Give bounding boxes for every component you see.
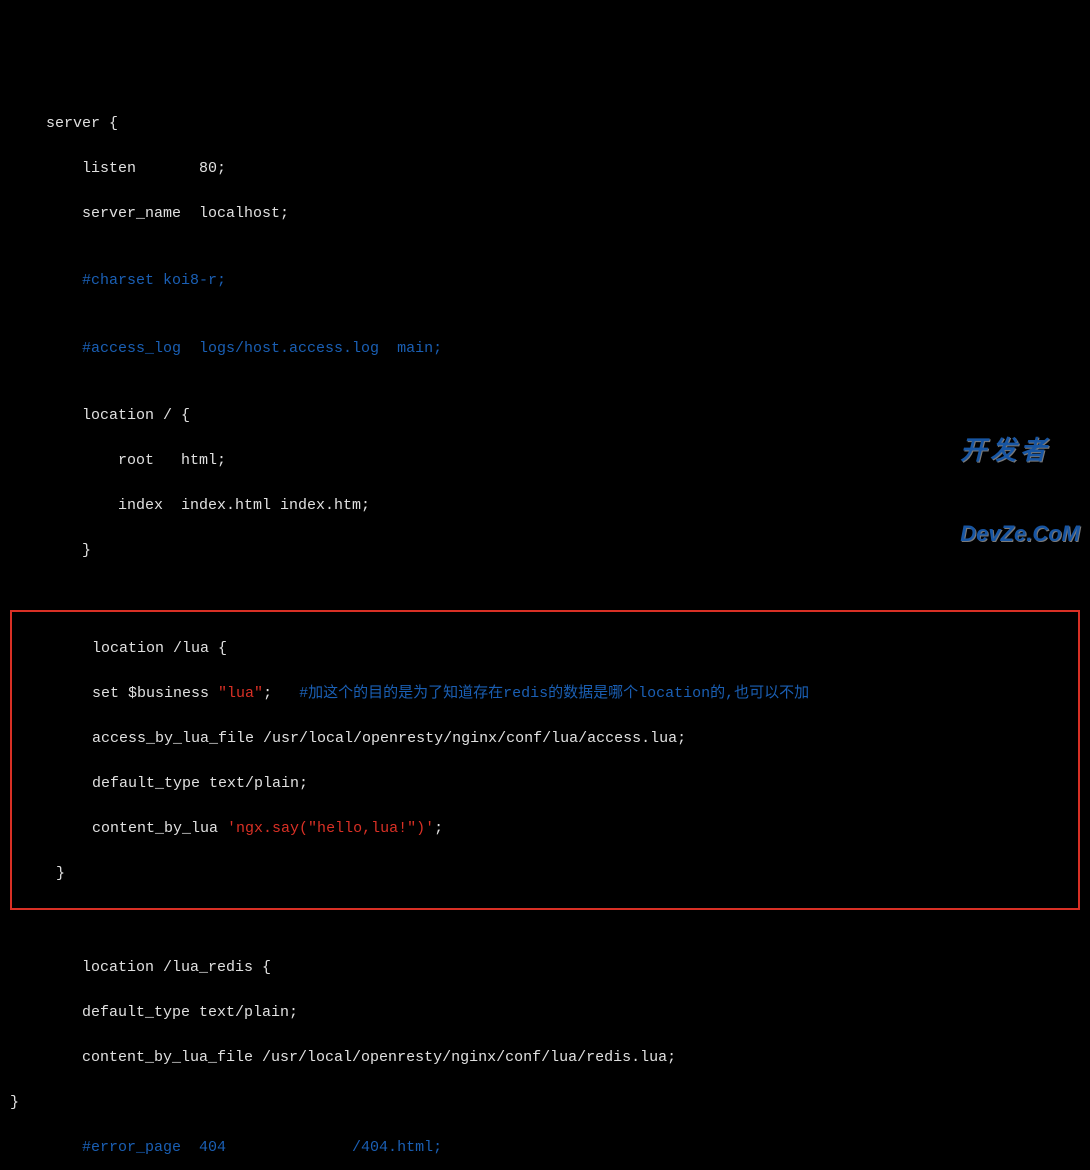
code-line: location / { — [10, 405, 1080, 428]
code-line: content_by_lua 'ngx.say("hello,lua!")'; — [20, 818, 1070, 841]
code-line: set $business "lua"; #加这个的目的是为了知道存在redis… — [20, 683, 1070, 706]
inline-comment: #加这个的目的是为了知道存在redis的数据是哪个location的,也可以不加 — [299, 685, 809, 702]
code-line: access_by_lua_file /usr/local/openresty/… — [20, 728, 1070, 751]
code-line: listen 80; — [10, 158, 1080, 181]
code-text: set $business — [20, 685, 218, 702]
comment-line: #charset koi8-r; — [10, 270, 1080, 293]
highlighted-code-block: location /lua { set $business "lua"; #加这… — [10, 610, 1080, 911]
code-line: location /lua { — [20, 638, 1070, 661]
code-line: location /lua_redis { — [10, 957, 1080, 980]
code-text: ; — [263, 685, 299, 702]
code-line: } — [10, 540, 1080, 563]
code-line: default_type text/plain; — [10, 1002, 1080, 1025]
code-line: server { — [10, 113, 1080, 136]
code-line: } — [10, 1092, 1080, 1115]
code-text: content_by_lua — [20, 820, 227, 837]
string-literal: 'ngx.say("hello,lua!")' — [227, 820, 434, 837]
code-text: ; — [434, 820, 443, 837]
nginx-config-code: server { listen 80; server_name localhos… — [0, 90, 1090, 585]
code-line: server_name localhost; — [10, 203, 1080, 226]
code-line: } — [20, 863, 1070, 886]
code-line: root html; — [10, 450, 1080, 473]
comment-line: #error_page 404 /404.html; — [10, 1137, 1080, 1160]
watermark-en: DevZe.CoM — [960, 522, 1080, 546]
code-line: index index.html index.htm; — [10, 495, 1080, 518]
string-literal: "lua" — [218, 685, 263, 702]
nginx-config-code-cont: location /lua_redis { default_type text/… — [0, 935, 1090, 1170]
watermark-cn: 开发者 — [960, 436, 1080, 465]
code-line: default_type text/plain; — [20, 773, 1070, 796]
comment-line: #access_log logs/host.access.log main; — [10, 338, 1080, 361]
watermark-logo: 开发者 DevZe.CoM — [960, 379, 1080, 575]
code-line: content_by_lua_file /usr/local/openresty… — [10, 1047, 1080, 1070]
